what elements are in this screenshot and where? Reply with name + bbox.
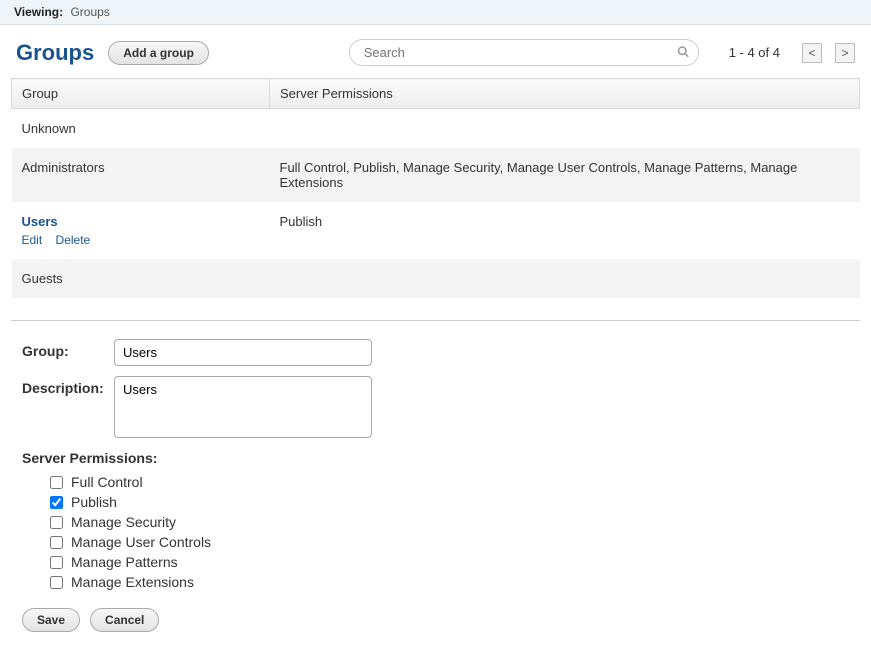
permissions-list: Full Control Publish Manage Security Man…	[22, 472, 849, 592]
groups-table: Group Server Permissions Unknown Adminis…	[11, 78, 860, 298]
description-input[interactable]: Users	[114, 376, 372, 438]
search-wrap	[349, 39, 699, 66]
perm-label: Full Control	[71, 474, 143, 490]
perm-item: Full Control	[50, 472, 849, 492]
table-row[interactable]: Administrators Full Control, Publish, Ma…	[12, 148, 860, 202]
viewing-value: Groups	[70, 5, 109, 19]
divider	[11, 320, 860, 321]
perm-item: Manage User Controls	[50, 532, 849, 552]
perm-checkbox-full-control[interactable]	[50, 476, 63, 489]
col-header-group[interactable]: Group	[12, 79, 270, 109]
table-row[interactable]: Guests	[12, 259, 860, 298]
perm-item: Manage Extensions	[50, 572, 849, 592]
row-actions: Edit Delete	[22, 233, 260, 247]
col-header-perms[interactable]: Server Permissions	[270, 79, 860, 109]
group-perms	[270, 109, 860, 149]
group-field-label: Group:	[22, 339, 114, 359]
table-row[interactable]: Unknown	[12, 109, 860, 149]
group-name: Administrators	[12, 148, 270, 202]
group-name: Guests	[12, 259, 270, 298]
viewing-bar: Viewing: Groups	[0, 0, 871, 25]
save-button[interactable]: Save	[22, 608, 80, 632]
pager-next-button[interactable]: >	[835, 43, 855, 63]
perm-checkbox-manage-extensions[interactable]	[50, 576, 63, 589]
add-group-button[interactable]: Add a group	[108, 41, 209, 65]
perm-checkbox-manage-security[interactable]	[50, 516, 63, 529]
group-perms	[270, 259, 860, 298]
group-name-selected: Users	[22, 214, 260, 229]
perm-checkbox-manage-user-controls[interactable]	[50, 536, 63, 549]
description-field-label: Description:	[22, 376, 114, 396]
perm-checkbox-publish[interactable]	[50, 496, 63, 509]
perm-label: Manage Extensions	[71, 574, 194, 590]
header: Groups Add a group 1 - 4 of 4 < >	[0, 25, 871, 78]
group-perms: Full Control, Publish, Manage Security, …	[270, 148, 860, 202]
edit-link[interactable]: Edit	[22, 233, 43, 247]
delete-link[interactable]: Delete	[56, 233, 91, 247]
perm-item: Manage Patterns	[50, 552, 849, 572]
page-title: Groups	[16, 40, 94, 66]
group-name-input[interactable]	[114, 339, 372, 366]
table-row[interactable]: Users Edit Delete Publish	[12, 202, 860, 259]
perm-item: Publish	[50, 492, 849, 512]
group-perms: Publish	[270, 202, 860, 259]
edit-form: Group: Description: Users Server Permiss…	[0, 339, 871, 650]
permissions-heading: Server Permissions:	[22, 450, 849, 466]
pager-prev-button[interactable]: <	[802, 43, 822, 63]
perm-label: Manage Patterns	[71, 554, 178, 570]
group-name: Unknown	[12, 109, 270, 149]
perm-label: Manage Security	[71, 514, 176, 530]
pager-text: 1 - 4 of 4	[729, 45, 780, 60]
cancel-button[interactable]: Cancel	[90, 608, 159, 632]
perm-item: Manage Security	[50, 512, 849, 532]
viewing-label: Viewing:	[14, 5, 63, 19]
perm-label: Publish	[71, 494, 117, 510]
perm-label: Manage User Controls	[71, 534, 211, 550]
search-input[interactable]	[349, 39, 699, 66]
perm-checkbox-manage-patterns[interactable]	[50, 556, 63, 569]
